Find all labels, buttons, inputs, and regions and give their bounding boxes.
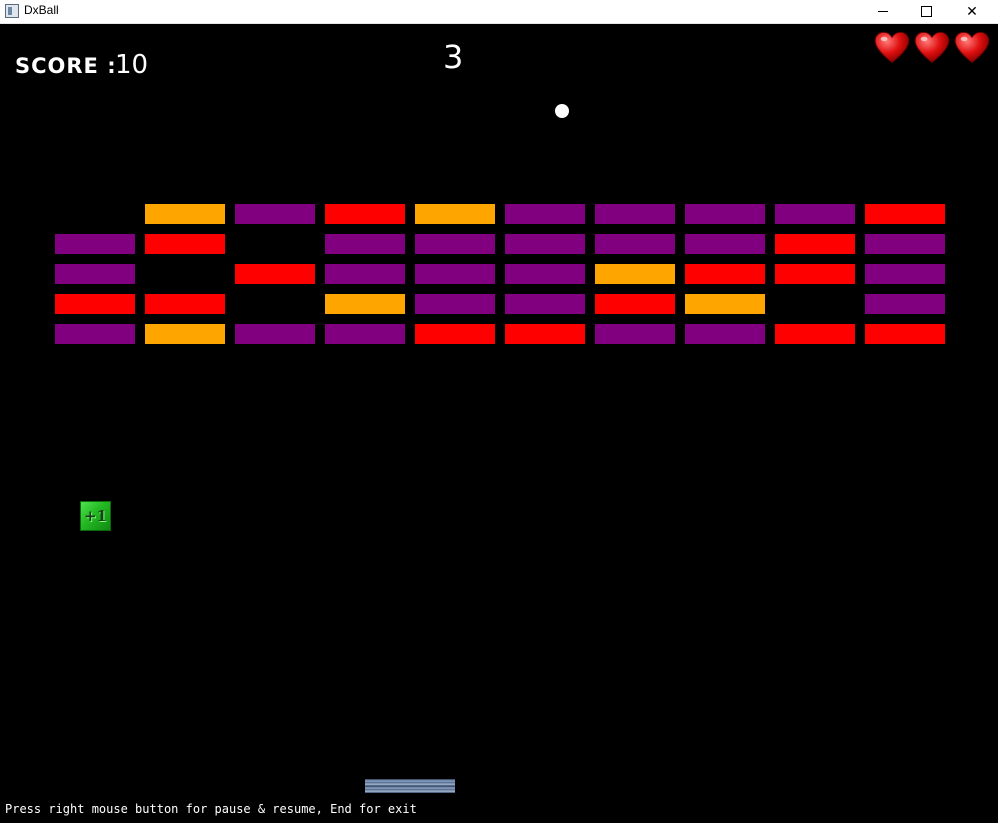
brick-purple (415, 264, 495, 284)
brick-red (415, 324, 495, 344)
brick-purple (235, 204, 315, 224)
brick-red (235, 264, 315, 284)
brick-orange (685, 294, 765, 314)
brick-purple (595, 204, 675, 224)
brick-purple (865, 264, 945, 284)
brick-red (775, 234, 855, 254)
brick-red (775, 324, 855, 344)
close-icon: ✕ (966, 3, 978, 20)
window-title: DxBall (24, 3, 59, 17)
score-value: 10 (115, 50, 149, 80)
brick-purple (325, 324, 405, 344)
app-icon (5, 4, 19, 18)
brick-purple (415, 294, 495, 314)
score-label: SCORE : (15, 54, 117, 78)
brick-purple (685, 324, 765, 344)
close-button[interactable]: ✕ (949, 0, 995, 23)
brick-purple (865, 234, 945, 254)
brick-red (505, 324, 585, 344)
brick-red (325, 204, 405, 224)
brick-red (145, 294, 225, 314)
heart-icon (874, 31, 910, 64)
ball (555, 104, 569, 118)
brick-red (145, 234, 225, 254)
brick-red (595, 294, 675, 314)
brick-purple (595, 324, 675, 344)
brick-purple (685, 204, 765, 224)
minimize-button[interactable] (860, 0, 906, 23)
brick-orange (325, 294, 405, 314)
level-indicator: 3 (443, 38, 464, 76)
controls-hint: Press right mouse button for pause & res… (5, 802, 417, 816)
brick-purple (235, 324, 315, 344)
title-bar: DxBall ✕ (0, 0, 998, 24)
heart-icon (914, 31, 950, 64)
extra-life-powerup: +1 (80, 501, 111, 531)
brick-red (775, 264, 855, 284)
brick-purple (55, 264, 135, 284)
brick-purple (505, 264, 585, 284)
brick-red (55, 294, 135, 314)
brick-purple (865, 294, 945, 314)
brick-red (865, 324, 945, 344)
brick-red (865, 204, 945, 224)
heart-icon (954, 31, 990, 64)
brick-purple (55, 234, 135, 254)
brick-purple (325, 264, 405, 284)
brick-orange (595, 264, 675, 284)
brick-purple (325, 234, 405, 254)
brick-red (685, 264, 765, 284)
brick-orange (415, 204, 495, 224)
paddle[interactable] (365, 779, 455, 793)
maximize-button[interactable] (903, 0, 949, 23)
brick-purple (55, 324, 135, 344)
brick-purple (505, 234, 585, 254)
minimize-icon (878, 11, 888, 12)
brick-purple (775, 204, 855, 224)
brick-purple (505, 204, 585, 224)
brick-purple (685, 234, 765, 254)
brick-orange (145, 204, 225, 224)
game-canvas[interactable]: SCORE : 10 3 +1 Press right mouse button… (0, 24, 998, 823)
maximize-icon (920, 6, 932, 17)
brick-orange (145, 324, 225, 344)
brick-purple (595, 234, 675, 254)
brick-purple (505, 294, 585, 314)
brick-purple (415, 234, 495, 254)
